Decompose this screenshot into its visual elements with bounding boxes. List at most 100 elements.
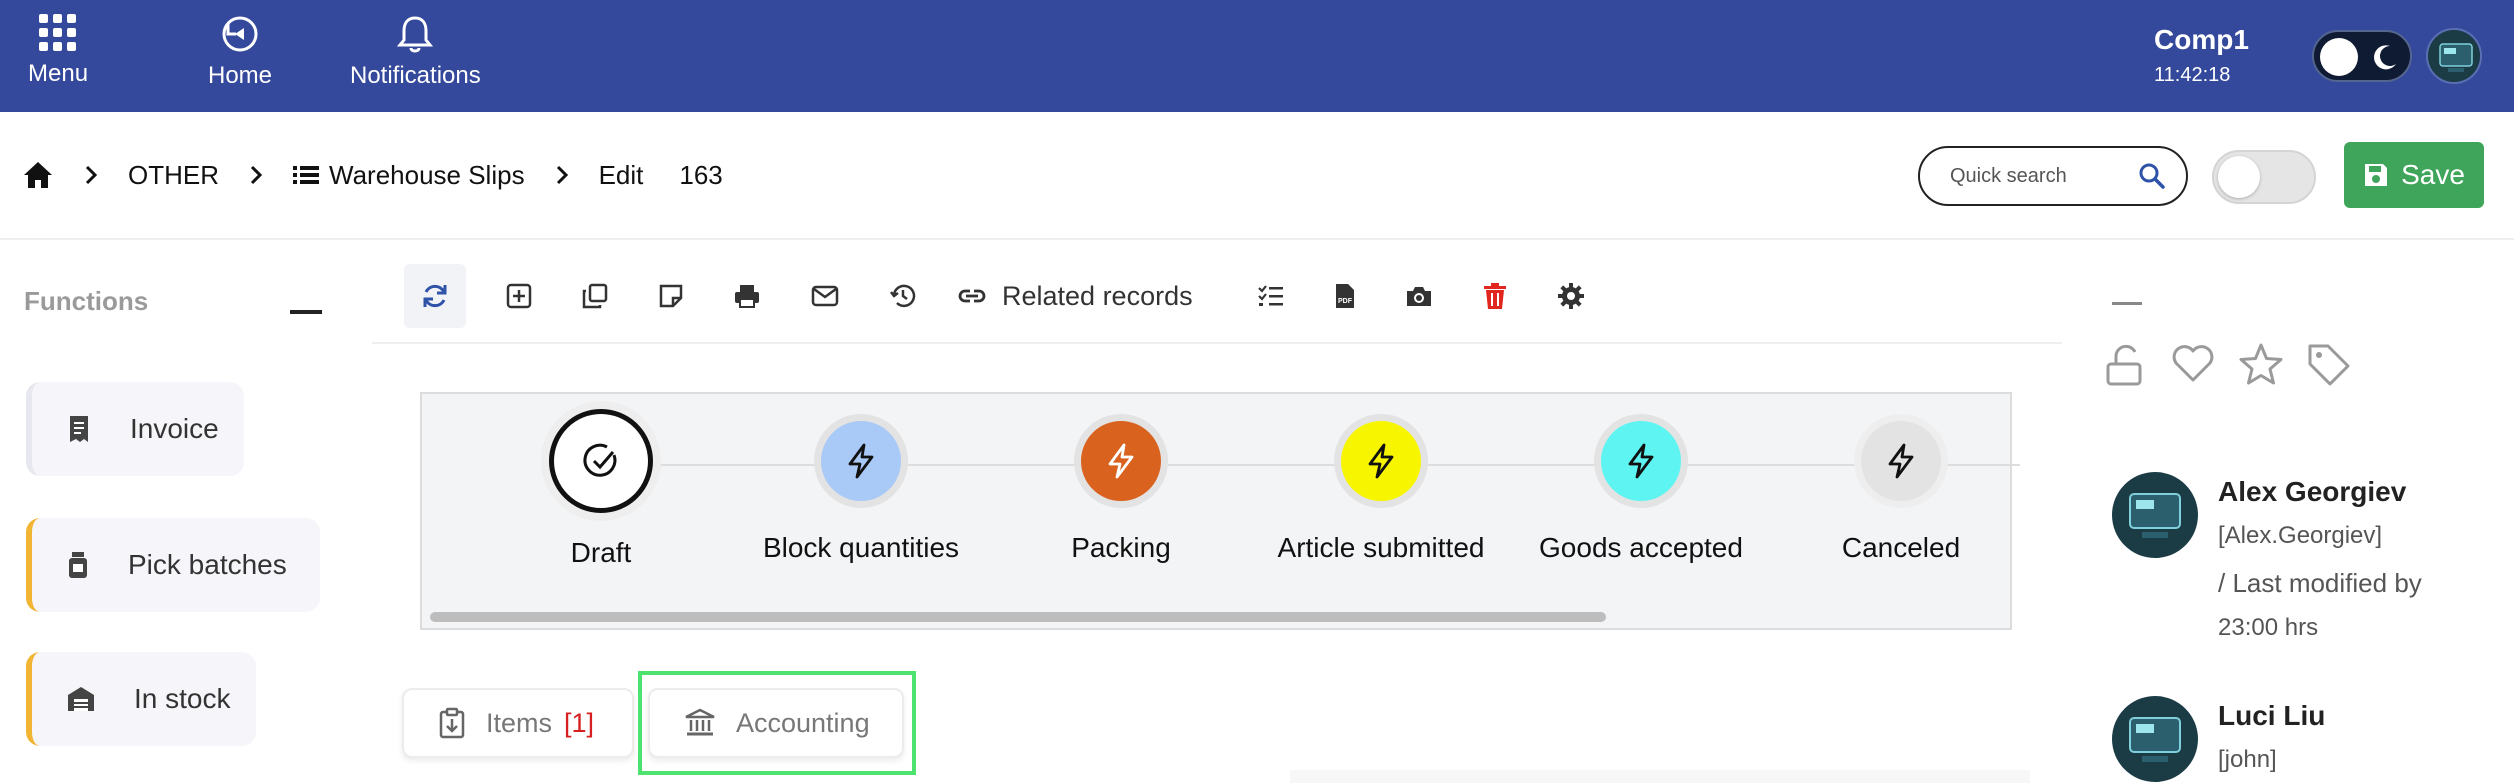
toggle-knob [2218,156,2260,198]
lightning-icon [848,443,874,479]
lightning-icon [1108,443,1134,479]
status-canceled[interactable]: Canceled [1776,414,2026,564]
status-draft-circle [549,409,653,513]
function-in-stock-label: In stock [134,683,231,714]
tag-icon[interactable] [2306,342,2352,386]
checklist-icon [1258,285,1283,306]
receipt-icon [70,416,88,442]
heart-icon[interactable] [2170,342,2216,384]
status-packing-label: Packing [1071,532,1171,563]
print-icon [735,285,759,308]
save-label: Save [2401,159,2465,190]
star-icon[interactable] [2238,342,2284,386]
record-actions [2104,342,2352,388]
print-button[interactable] [722,264,772,328]
delete-button[interactable] [1470,264,1520,328]
breadcrumb: OTHER Warehouse Slips Edit 163 [22,152,723,198]
dark-mode-toggle[interactable] [2312,30,2412,82]
home-label: Home [208,62,273,89]
lightning-icon [1628,443,1654,479]
company-info: Comp1 11:42:18 [2154,24,2249,87]
bell-icon [397,16,434,53]
workflow-status-bar: Draft Block quantities Packing Article s… [420,392,2020,630]
status-canceled-label: Canceled [1841,532,1961,563]
related-records-button[interactable]: Related records [956,264,1193,328]
accounting-tab-highlight [638,671,916,775]
copy-icon [582,283,608,309]
person-avatar[interactable] [2112,472,2198,558]
function-pick-batches-label: Pick batches [128,549,287,580]
related-records-label: Related records [1002,280,1193,311]
lightning-icon [1368,443,1394,479]
edit-mode-toggle[interactable] [2212,150,2316,204]
gear-icon [1558,283,1584,309]
person-name: Luci Liu [2218,700,2326,731]
svg-text:PDF: PDF [1338,298,1353,305]
person-username: [john] [2218,746,2277,773]
status-draft[interactable]: Draft [476,409,726,569]
tab-items[interactable]: Items [1] [402,688,634,758]
toggle-knob [2320,38,2358,76]
user-avatar[interactable] [2426,28,2482,84]
copy-button[interactable] [570,264,620,328]
status-goods-accepted-label: Goods accepted [1539,532,1743,563]
breadcrumb-other[interactable]: OTHER [128,160,219,191]
functions-collapse-button[interactable] [290,310,322,314]
email-button[interactable] [800,264,850,328]
note-button[interactable] [646,264,696,328]
menu-label: Menu [28,60,89,87]
pdf-button[interactable]: PDF [1320,264,1370,328]
quick-search-placeholder: Quick search [1950,164,2067,187]
floppy-disk-icon [2365,164,2388,186]
breadcrumb-warehouse-slips[interactable]: Warehouse Slips [293,160,525,191]
quick-search-input[interactable]: Quick search [1918,146,2188,206]
header-divider [0,238,2514,240]
moon-icon [2374,45,2396,70]
person-hours: 23:00 hrs [2218,614,2319,641]
notifications-button[interactable]: Notifications [350,14,481,90]
record-number: 163 [679,159,723,190]
save-button[interactable]: Save [2344,142,2484,208]
unlock-icon[interactable] [2104,342,2148,388]
status-scrollbar-thumb[interactable] [430,612,1606,622]
avatar-image [2428,30,2480,82]
status-article-submitted-label: Article submitted [1277,532,1485,563]
chevron-right-icon [249,164,263,186]
history-button[interactable] [878,264,928,328]
person-avatar[interactable] [2112,696,2198,782]
status-draft-label: Draft [570,537,632,568]
status-packing[interactable]: Packing [996,414,1246,564]
home-button[interactable]: Home [208,14,272,90]
function-pick-batches[interactable]: Pick batches [26,518,320,612]
refresh-button[interactable] [404,264,466,328]
top-bar: Menu Home Notifications Comp1 11:42:18 [0,0,2514,112]
functions-title: Functions [24,286,149,316]
link-icon [958,289,986,303]
breadcrumb-home[interactable] [22,160,54,190]
note-icon [659,284,683,308]
menu-button[interactable]: Menu [28,14,88,88]
avatar-image [2112,472,2198,558]
add-button[interactable] [494,264,544,328]
home-icon [24,162,52,188]
status-block-quantities[interactable]: Block quantities [736,414,986,564]
grid-menu-icon [39,14,77,51]
list-icon [293,166,319,184]
notifications-label: Notifications [350,62,481,89]
right-panel-collapse-button[interactable] [2112,302,2142,305]
status-article-submitted[interactable]: Article submitted [1256,414,1506,564]
search-icon [2139,163,2165,189]
camera-button[interactable] [1394,264,1444,328]
function-invoice[interactable]: Invoice [26,382,244,476]
checklist-button[interactable] [1246,264,1296,328]
chevron-right-icon [555,164,569,186]
status-scrollbar[interactable] [430,612,2006,622]
company-name: Comp1 [2154,24,2249,55]
status-goods-accepted[interactable]: Goods accepted [1516,414,1766,564]
person-meta: / Last modified by [2218,568,2422,598]
refresh-icon [423,284,447,308]
function-in-stock[interactable]: In stock [26,652,256,746]
jar-icon [69,552,87,578]
status-packing-circle [1074,414,1168,508]
settings-button[interactable] [1546,264,1596,328]
